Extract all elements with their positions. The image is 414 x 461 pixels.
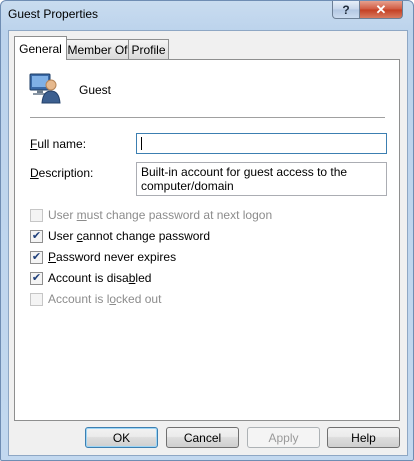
title-help-button[interactable]: ? <box>332 1 360 19</box>
tab-general[interactable]: General <box>14 36 67 60</box>
must-change-password-checkbox <box>30 208 43 222</box>
check-mark-icon: ✔ <box>31 250 42 263</box>
tab-profile-label: Profile <box>131 42 166 57</box>
account-locked-out-label: Account is locked out <box>48 292 162 306</box>
dialog-client-area: General Member Of Profile Guest Full nam… <box>8 30 408 456</box>
account-disabled-checkbox[interactable]: ✔ <box>30 271 43 285</box>
account-disabled-option[interactable]: ✔ Account is disabled <box>30 271 151 285</box>
description-label: Description: <box>30 166 94 180</box>
help-icon: ? <box>342 2 350 17</box>
cannot-change-password-checkbox[interactable]: ✔ <box>30 229 43 243</box>
account-disabled-label: Account is disabled <box>48 271 152 285</box>
header-separator <box>30 117 385 118</box>
help-button[interactable]: Help <box>327 427 400 448</box>
user-name: Guest <box>79 83 112 97</box>
title-close-button[interactable]: ✕ <box>359 1 403 19</box>
password-never-expires-label: Password never expires <box>48 250 177 264</box>
full-name-field[interactable] <box>136 133 387 154</box>
account-locked-out-checkbox <box>30 292 43 306</box>
tab-profile[interactable]: Profile <box>128 39 169 59</box>
cannot-change-password-option[interactable]: ✔ User cannot change password <box>30 229 210 243</box>
password-never-expires-option[interactable]: ✔ Password never expires <box>30 250 176 264</box>
must-change-password-label: User must change password at next logon <box>48 208 273 222</box>
description-field[interactable]: Built-in account for guest access to the… <box>136 162 387 196</box>
properties-window: Guest Properties ? ✕ General Member Of P… <box>0 0 414 461</box>
check-mark-icon: ✔ <box>31 271 42 284</box>
tab-general-label: General <box>19 41 62 56</box>
check-mark-icon: ✔ <box>31 229 42 242</box>
general-tab-panel: Guest Full name: Description: Built-in a… <box>14 59 400 421</box>
text-caret <box>141 137 142 151</box>
tab-member-of-label: Member Of <box>67 42 128 57</box>
password-never-expires-checkbox[interactable]: ✔ <box>30 250 43 264</box>
cannot-change-password-label: User cannot change password <box>48 229 211 243</box>
ok-button[interactable]: OK <box>85 427 158 448</box>
tab-member-of[interactable]: Member Of <box>66 39 129 59</box>
apply-button: Apply <box>247 427 320 448</box>
cancel-button[interactable]: Cancel <box>166 427 239 448</box>
user-icon <box>29 73 61 104</box>
close-icon: ✕ <box>375 1 387 17</box>
window-title: Guest Properties <box>8 7 99 21</box>
must-change-password-option: User must change password at next logon <box>30 208 272 222</box>
account-locked-out-option: Account is locked out <box>30 292 161 306</box>
full-name-label: Full name: <box>30 137 87 151</box>
